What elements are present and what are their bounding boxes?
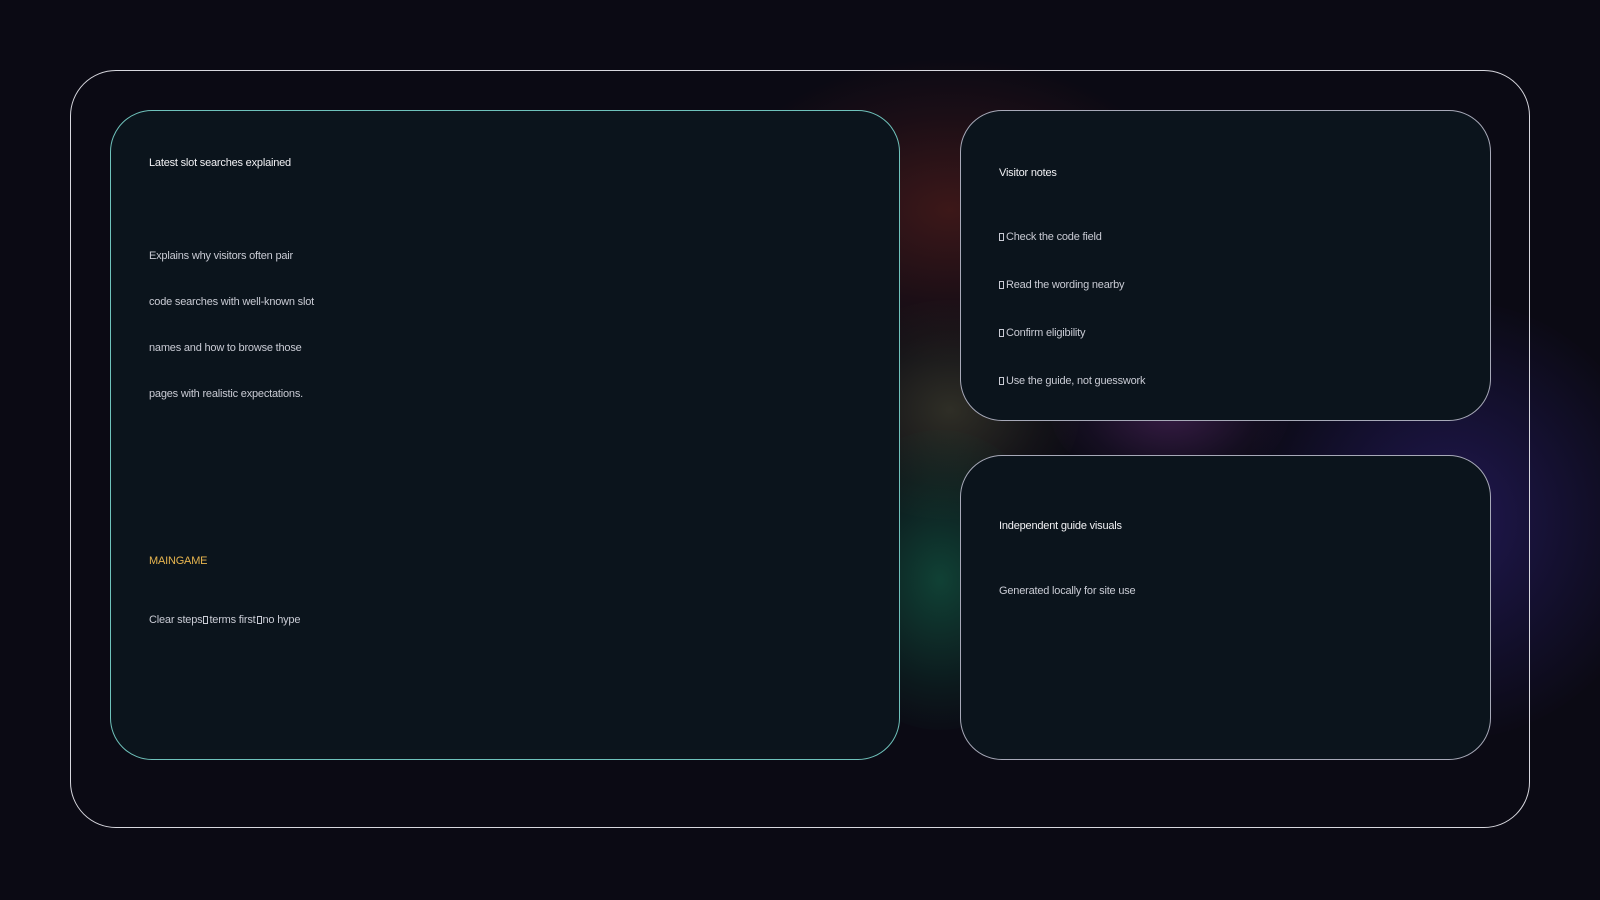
note-item-text: Check the code field [1006,231,1102,243]
tagline-part-2: terms first [209,614,256,626]
note-item: Read the wording nearby [999,279,1125,291]
tagline-part-1: Clear steps [149,614,203,626]
note-item-text: Use the guide, not guesswork [1006,375,1146,387]
bullet-glyph [999,233,1004,241]
note-item: Use the guide, not guesswork [999,375,1146,387]
page-canvas: Latest slot searches explained Explains … [0,0,1600,900]
main-card: Latest slot searches explained Explains … [110,110,900,760]
description-line-3: names and how to browse those [149,342,302,354]
bullet-glyph [999,329,1004,337]
visitor-notes-card: Visitor notes Check the code field Read … [960,110,1491,421]
note-item-text: Read the wording nearby [1006,279,1125,291]
note-item: Check the code field [999,231,1102,243]
separator-glyph [256,616,262,624]
description-line-4: pages with realistic expectations. [149,388,304,400]
guide-visuals-card: Independent guide visuals Generated loca… [960,455,1491,760]
description-line-2: code searches with well-known slot [149,296,314,308]
tagline: Clear steps terms first no hype [149,614,300,626]
note-item: Confirm eligibility [999,327,1086,339]
tagline-part-3: no hype [262,614,301,626]
bullet-glyph [999,281,1004,289]
bullet-glyph [999,377,1004,385]
main-card-title: Latest slot searches explained [149,157,291,169]
note-item-text: Confirm eligibility [1006,327,1086,339]
description-line-1: Explains why visitors often pair [149,250,293,262]
brand-label: MAINGAME [149,555,208,567]
guide-visuals-title: Independent guide visuals [999,520,1122,532]
guide-visuals-subtitle: Generated locally for site use [999,585,1136,597]
separator-glyph [203,616,209,624]
visitor-notes-title: Visitor notes [999,167,1057,179]
